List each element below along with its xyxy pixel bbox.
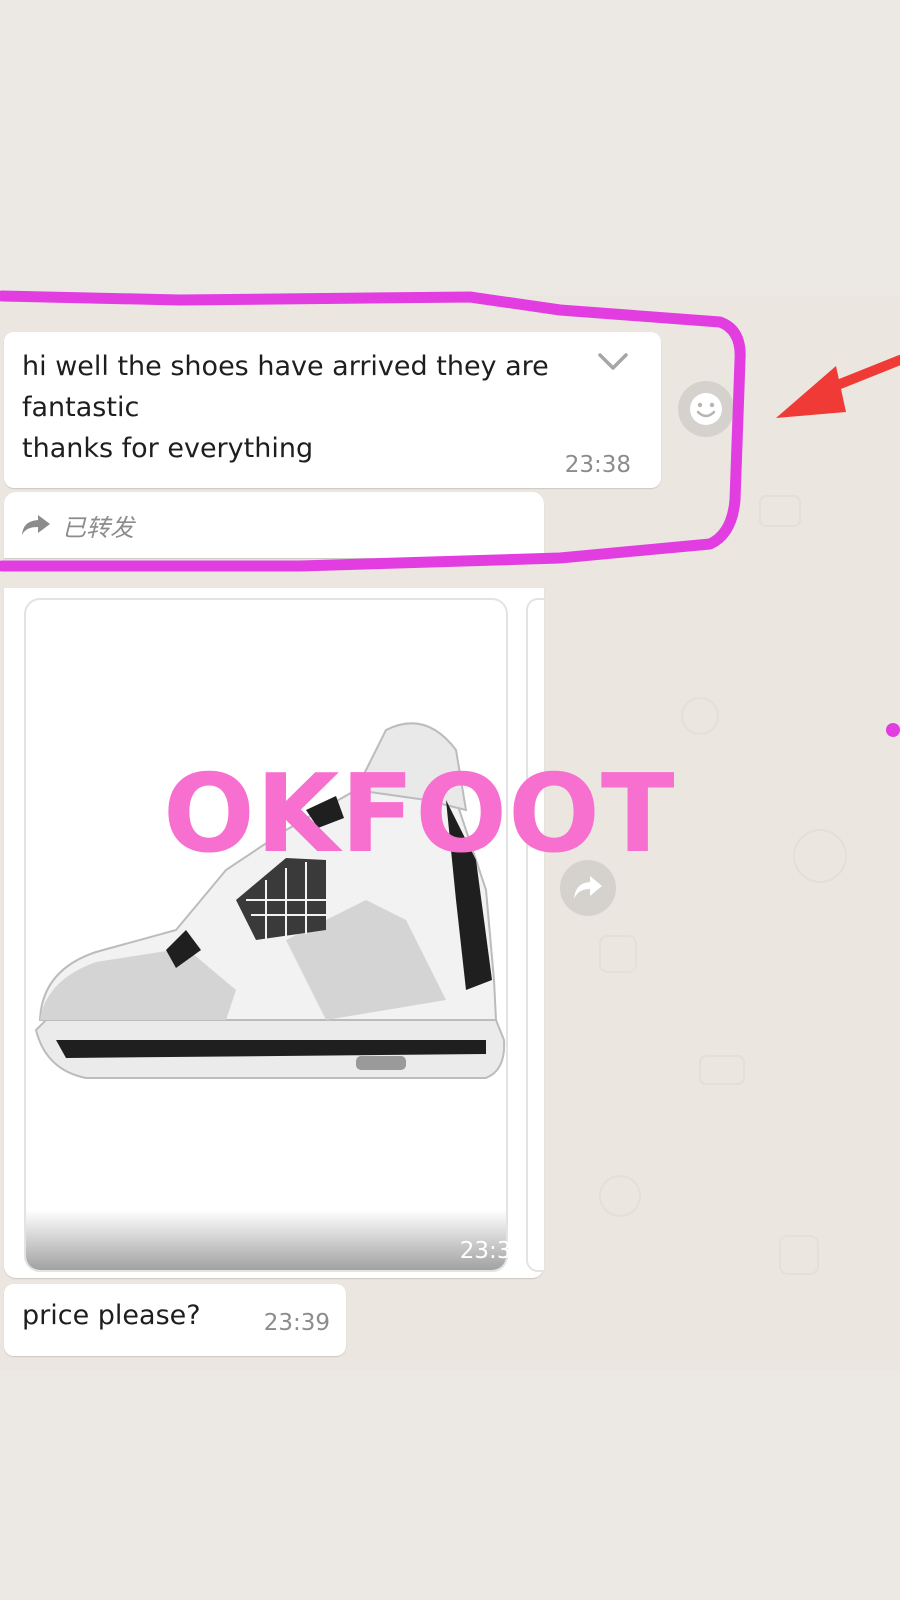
forwarded-header: 已转发 [4, 492, 544, 558]
emoji-react-icon [690, 393, 722, 425]
forwarded-icon [22, 515, 50, 535]
next-image-preview[interactable] [526, 598, 544, 1272]
message-text: price please? [22, 1300, 201, 1331]
watermark-text: OKFOOT [163, 752, 676, 877]
sneaker-icon [34, 722, 506, 1079]
sneaker-image[interactable] [24, 598, 508, 1272]
image-timestamp: 23:39 [459, 1238, 526, 1264]
message-timestamp: 23:38 [564, 452, 631, 478]
image-gradient [26, 1210, 506, 1270]
chevron-down-icon[interactable] [597, 352, 629, 372]
emoji-react-button[interactable] [678, 381, 734, 437]
image-message-bubble[interactable]: 23:39 [4, 588, 544, 1278]
forwarded-label: 已转发 [62, 514, 134, 542]
forward-arrow-icon [574, 876, 602, 899]
message-timestamp: 23:39 [263, 1310, 330, 1336]
incoming-message-bubble[interactable]: price please? 23:39 [4, 1284, 346, 1356]
incoming-message-bubble[interactable]: hi well the shoes have arrived they are … [4, 332, 661, 488]
message-text: hi well the shoes have arrived they are … [22, 351, 549, 464]
